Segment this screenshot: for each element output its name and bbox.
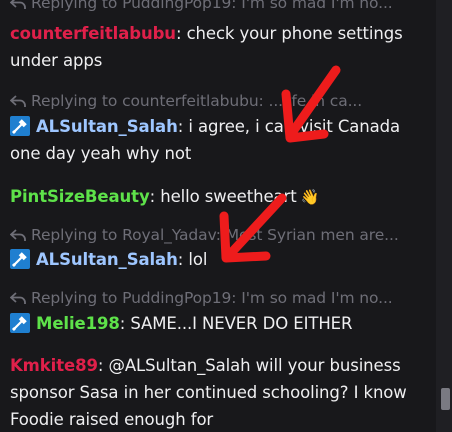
reply-arrow-icon [9,0,28,14]
reply-context[interactable]: Replying to PuddingPop19: I'm so mad I'm… [9,289,393,309]
username[interactable]: ALSultan_Salah [36,117,178,136]
reply-arrow-icon [9,94,28,112]
reply-context[interactable]: Replying to PuddingPop19: I'm so mad I'm… [9,0,393,14]
username[interactable]: PintSizeBeauty [10,187,150,206]
chat-message: Melie198: SAME...I NEVER DO EITHER [10,310,428,337]
username-colon: : [177,250,189,269]
chat-message: counterfeitlabubu: check your phone sett… [10,20,428,74]
chat-feed[interactable]: Replying to PuddingPop19: I'm so mad I'm… [0,0,436,432]
username[interactable]: Melie198 [36,314,120,333]
message-text: SAME...I NEVER DO EITHER [130,314,353,333]
reply-context-text: Replying to counterfeitlabubu: ...life i… [31,92,363,110]
reply-context-text: Replying to Royal_Yadav: Most Syrian men… [31,226,399,244]
moderator-sword-icon[interactable] [10,116,30,136]
username-colon: : [97,356,109,375]
reply-arrow-icon [9,228,28,246]
waving-hand-emoji: 👋 [300,188,320,206]
chat-message: ALSultan_Salah: lol [10,246,428,273]
username[interactable]: ALSultan_Salah [36,250,178,269]
chat-message: Kmkite89: @ALSultan_Salah will your busi… [10,352,428,432]
username[interactable]: Kmkite89 [10,356,98,375]
reply-context-text: Replying to PuddingPop19: I'm so mad I'm… [31,289,393,307]
username-colon: : [149,187,161,206]
reply-context[interactable]: Replying to counterfeitlabubu: ...life i… [9,92,363,112]
chat-message: PintSizeBeauty: hello sweetheart 👋 [10,183,428,211]
username-colon: : [119,314,131,333]
chat-scrollbar-thumb[interactable] [441,388,450,410]
username-colon: : [177,117,189,136]
reply-arrow-icon [9,291,28,309]
reply-context-text: Replying to PuddingPop19: I'm so mad I'm… [31,0,393,12]
message-text: hello sweetheart [160,187,297,206]
moderator-sword-icon[interactable] [10,313,30,333]
chat-message: ALSultan_Salah: i agree, i can visit Can… [10,113,428,167]
chat-scrollbar-track[interactable] [436,0,452,432]
moderator-sword-icon[interactable] [10,249,30,269]
username-colon: : [175,24,187,43]
username[interactable]: counterfeitlabubu [10,24,176,43]
message-text: lol [188,250,208,269]
reply-context[interactable]: Replying to Royal_Yadav: Most Syrian men… [9,226,399,246]
